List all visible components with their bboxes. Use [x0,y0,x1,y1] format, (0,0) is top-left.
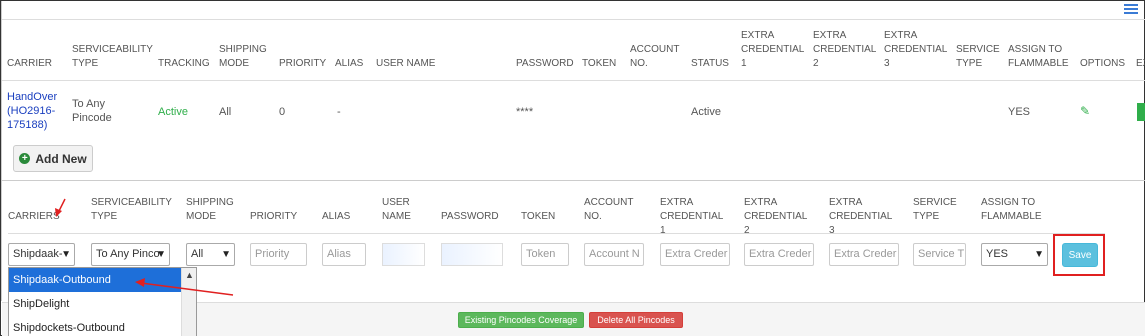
account-no-input[interactable]: Account N [584,243,644,266]
th-password: PASSWORD [516,58,574,69]
service-type-input[interactable]: Service T [913,243,966,266]
chevron-down-icon: ▼ [156,249,166,260]
row-action-button-partial[interactable] [1137,103,1145,121]
th-extra-credential-2: EXTRA CREDENTIAL 2 [813,30,876,69]
th-form-shipping-mode: SHIPPING MODE [186,197,234,222]
th-serviceability-type: SERVICEABILITY TYPE [72,44,153,69]
shipping-mode-select-value: All [191,248,204,260]
add-new-button[interactable]: + Add New [13,145,93,172]
th-status: STATUS [691,58,729,69]
shipping-mode-select[interactable]: All ▼ [186,243,235,266]
password-value: **** [516,106,534,118]
th-form-account-no: ACCOUNT NO. [584,197,634,222]
th-form-token: TOKEN [521,211,556,222]
flammable-value: YES [1008,106,1031,118]
carrier-link[interactable]: HandOver (HO2916-175188) [7,90,65,132]
form-header-divider [8,233,1105,234]
extra-credential-3-input[interactable]: Extra Creder [829,243,899,266]
carrier-select-value: Shipdaak- [13,248,63,260]
serviceability-select-value: To Any Pinco [96,248,160,260]
flammable-select[interactable]: YES ▼ [981,243,1048,266]
th-user-name: USER NAME [376,58,436,69]
serviceability-value: To Any Pincode [72,98,112,124]
chevron-down-icon: ▼ [1034,249,1044,260]
th-assign-to-flammable: ASSIGN TO FLAMMABLE [1008,44,1069,69]
shipping-mode-value: All [219,106,232,118]
table-top-border [2,19,1145,20]
chevron-down-icon: ▼ [61,249,71,260]
th-form-assign-to-flammable: ASSIGN TO FLAMMABLE [981,197,1042,222]
extra-credential-1-input[interactable]: Extra Creder [660,243,730,266]
th-alias: ALIAS [335,58,364,69]
th-form-priority: PRIORITY [250,211,298,222]
th-form-alias: ALIAS [322,211,351,222]
plus-icon: + [19,153,31,164]
th-form-service-type: SERVICE TYPE [913,197,957,222]
th-carriers: CARRIERS [8,211,60,222]
extra-credential-2-input[interactable]: Extra Creder [744,243,814,266]
th-ex-truncated: EX [1136,58,1145,69]
th-priority: PRIORITY [279,58,327,69]
th-form-extra-credential-1: EXTRA CREDENTIAL 1 [660,197,723,236]
status-value: Active [691,106,721,118]
token-input[interactable]: Token [521,243,569,266]
dropdown-option[interactable]: Shipdockets-Outbound [9,316,181,336]
edit-icon[interactable]: ✎ [1080,104,1090,118]
hamburger-menu-icon[interactable] [1124,4,1138,15]
th-form-serviceability-type: SERVICEABILITY TYPE [91,197,172,222]
th-options: OPTIONS [1080,58,1126,69]
serviceability-type-select[interactable]: To Any Pinco ▼ [91,243,170,266]
form-top-border [2,180,1145,181]
th-form-password: PASSWORD [441,211,499,222]
th-form-user-name: USER NAME [382,197,411,222]
priority-input[interactable]: Priority [250,243,307,266]
th-extra-credential-1: EXTRA CREDENTIAL 1 [741,30,804,69]
existing-pincodes-coverage-button[interactable]: Existing Pincodes Coverage [458,312,584,328]
left-border [1,1,2,301]
flammable-select-value: YES [986,248,1009,260]
th-form-extra-credential-3: EXTRA CREDENTIAL 3 [829,197,892,236]
carrier-dropdown-list[interactable]: Shipdaak-Outbound ShipDelight Shipdocket… [8,267,197,336]
password-input[interactable] [441,243,503,266]
add-new-label: Add New [35,151,87,166]
th-carrier: CARRIER [7,58,53,69]
user-name-input[interactable] [382,243,425,266]
delete-all-pincodes-button[interactable]: Delete All Pincodes [589,312,683,328]
th-service-type: SERVICE TYPE [956,44,1000,69]
dropdown-option[interactable]: Shipdaak-Outbound [9,268,181,292]
alias-value: - [337,106,341,118]
chevron-down-icon: ▼ [221,249,231,260]
header-divider [2,80,1145,81]
scroll-up-arrow-icon[interactable]: ▲ [185,270,194,280]
th-extra-credential-3: EXTRA CREDENTIAL 3 [884,30,947,69]
alias-input[interactable]: Alias [322,243,366,266]
carrier-select[interactable]: Shipdaak- ▼ [8,243,75,266]
priority-value: 0 [279,106,286,118]
th-tracking: TRACKING [158,58,210,69]
th-account-no: ACCOUNT NO. [630,44,680,69]
dropdown-option[interactable]: ShipDelight [9,292,181,316]
dropdown-scrollbar[interactable]: ▲ [181,268,196,336]
save-highlight-box [1053,234,1105,276]
tracking-status: Active [158,106,188,118]
th-token: TOKEN [582,58,617,69]
th-form-extra-credential-2: EXTRA CREDENTIAL 2 [744,197,807,236]
th-shipping-mode: SHIPPING MODE [219,44,267,69]
